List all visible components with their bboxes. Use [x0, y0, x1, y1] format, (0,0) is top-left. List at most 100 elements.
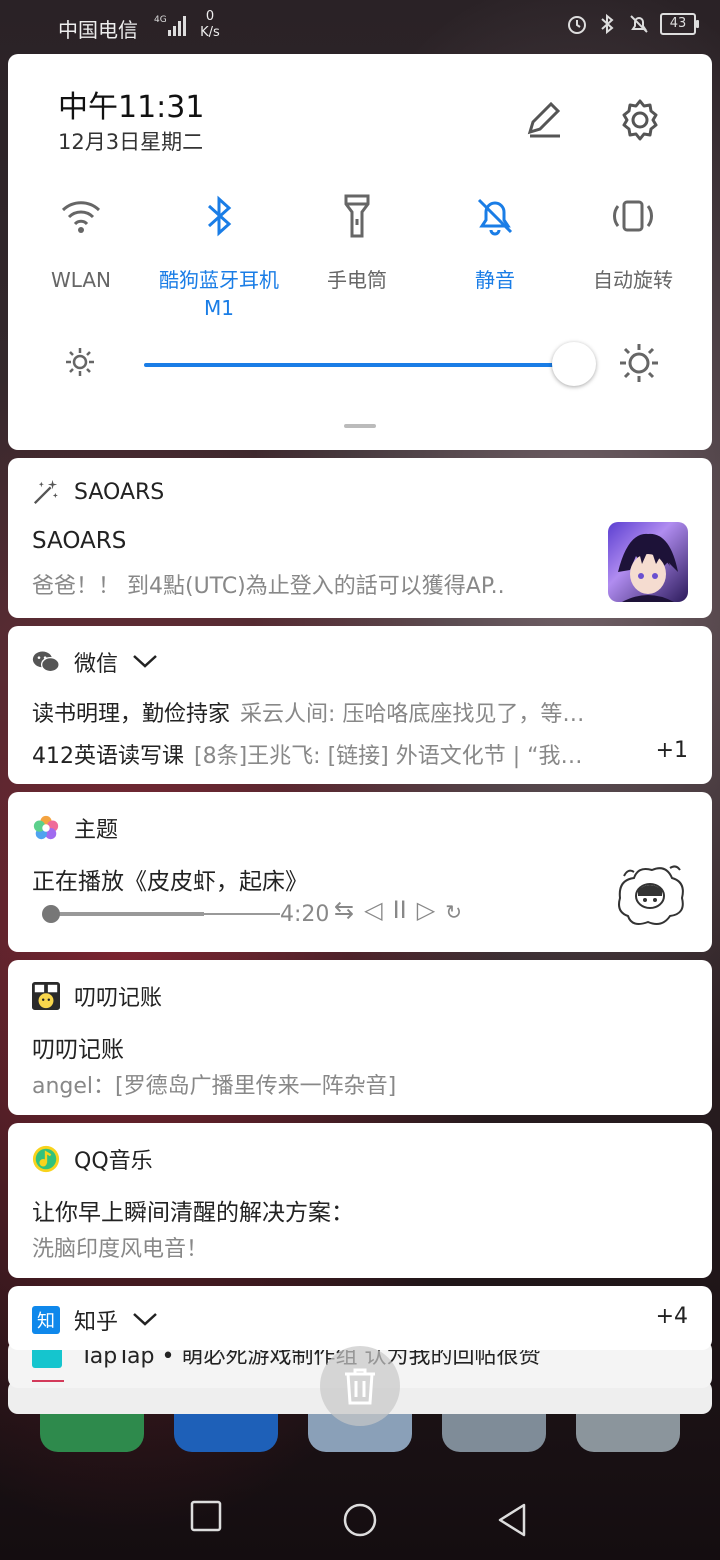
trash-icon	[345, 1368, 375, 1405]
repeat-icon[interactable]: ↻	[445, 896, 462, 924]
notification-wechat[interactable]: 微信 读书明理，勤俭持家 采云人间: 压哈咯底座找见了，等… 412英语读写课 [8…	[8, 626, 712, 784]
tile-label: 手电筒	[327, 268, 387, 292]
tile-bluetooth[interactable]: 酷狗蓝牙耳机 M1	[150, 190, 288, 322]
alarm-icon	[568, 16, 586, 34]
notification-header: 微信	[32, 646, 158, 678]
auto-rotate-icon	[564, 190, 702, 242]
now-playing-title: 正在播放《皮皮虾，起床》	[32, 869, 308, 895]
app-name: SAOARS	[74, 479, 165, 505]
conversation-title: 读书明理，勤俭持家	[32, 702, 231, 727]
back-button[interactable]	[496, 1502, 528, 1542]
bluetooth-icon	[150, 190, 288, 242]
zhihu-icon: 知	[32, 1306, 60, 1334]
speed-value: 0	[205, 9, 215, 24]
navigation-bar	[0, 1470, 720, 1560]
game-character-avatar	[608, 522, 688, 602]
tile-label: WLAN	[50, 268, 112, 292]
tile-flashlight[interactable]: 手电筒	[288, 190, 426, 322]
dock-app-camera[interactable]	[442, 1412, 546, 1452]
notification-header: 知 知乎	[32, 1304, 158, 1336]
zhihu-badge: 知	[37, 1311, 55, 1332]
tile-label: 自动旋转	[593, 268, 673, 292]
settings-gear-icon[interactable]	[618, 98, 662, 146]
dock-app-other[interactable]	[576, 1412, 680, 1452]
tile-wlan[interactable]: WLAN	[12, 190, 150, 322]
carrier-name: 中国电信	[58, 18, 138, 42]
next-icon[interactable]: ▷	[417, 896, 435, 924]
conversation-preview: [8条]王兆飞: [链接] 外语文化节 | “我…	[194, 744, 583, 769]
conversation-title: 412英语读写课	[32, 744, 184, 769]
notification-theme-player[interactable]: 主题 正在播放《皮皮虾，起床》 4:20 ⇆ ◁ II ▷ ↻	[8, 792, 712, 952]
flashlight-icon	[288, 190, 426, 242]
notification-header: 主题	[32, 812, 118, 844]
clear-all-button[interactable]	[320, 1346, 400, 1426]
brightness-low-icon	[64, 346, 96, 382]
dock-app-phone[interactable]	[40, 1412, 144, 1452]
app-name: 主题	[74, 818, 119, 843]
playback-progress[interactable]	[42, 904, 282, 924]
notification-diandian[interactable]: 叨叨记账 叨叨记账 angel：[罗德岛广播里传来一阵杂音]	[8, 960, 712, 1115]
bluetooth-status-icon	[601, 13, 614, 35]
app-name: QQ音乐	[74, 1149, 153, 1174]
notification-text: 爸爸！！ 到4點(UTC)為止登入的話可以獲得AP..	[32, 574, 505, 599]
edit-icon[interactable]	[522, 98, 566, 146]
notification-title: 让你早上瞬间清醒的解决方案：	[32, 1200, 354, 1226]
more-count: +1	[655, 738, 688, 763]
wifi-icon	[12, 190, 150, 242]
dock-app-messages[interactable]	[174, 1412, 278, 1452]
quick-tiles: WLAN 酷狗蓝牙耳机 M1 手电筒 静音 自动旋转	[8, 190, 712, 322]
playback-controls: ⇆ ◁ II ▷ ↻	[334, 896, 462, 924]
brightness-slider-track[interactable]	[144, 363, 576, 367]
notification-header: 叨叨记账	[32, 980, 162, 1012]
notification-text: angel：[罗德岛广播里传来一阵杂音]	[32, 1074, 397, 1099]
battery-indicator: 43	[660, 13, 699, 35]
notification-title: SAOARS	[32, 528, 127, 554]
magic-wand-icon	[32, 478, 60, 506]
theme-app-icon	[32, 814, 60, 842]
taptap-accent-line	[32, 1380, 64, 1382]
album-art	[610, 858, 690, 934]
notification-saoars[interactable]: SAOARS SAOARS 爸爸！！ 到4點(UTC)為止登入的話可以獲得AP.…	[8, 458, 712, 618]
playback-time: 4:20	[280, 902, 330, 927]
notification-qqmusic[interactable]: QQ音乐 让你早上瞬间清醒的解决方案： 洗脑印度风电音！	[8, 1123, 712, 1278]
brightness-row	[8, 334, 712, 394]
recent-apps-button[interactable]	[190, 1500, 222, 1536]
conversation-row[interactable]: 读书明理，勤俭持家 采云人间: 压哈咯底座找见了，等…	[32, 696, 672, 728]
conversation-preview: 采云人间: 压哈咯底座找见了，等…	[240, 702, 585, 727]
notification-text: 洗脑印度风电音！	[32, 1237, 209, 1262]
shuffle-icon[interactable]: ⇆	[334, 896, 354, 924]
notification-header: SAOARS	[32, 478, 164, 506]
chevron-down-icon[interactable]	[132, 1308, 158, 1333]
network-speed: 0 K/s	[198, 9, 222, 41]
clock-time: 中午11:31	[58, 90, 205, 125]
tile-auto-rotate[interactable]: 自动旋转	[564, 190, 702, 322]
tile-mute[interactable]: 静音	[426, 190, 564, 322]
more-count: +4	[655, 1304, 688, 1329]
mute-bell-icon	[426, 190, 564, 242]
chevron-down-icon[interactable]	[132, 650, 158, 675]
clock-date: 12月3日星期二	[58, 130, 204, 154]
wechat-icon	[32, 648, 60, 676]
home-button[interactable]	[342, 1502, 378, 1542]
qqmusic-icon	[32, 1145, 60, 1173]
status-bar: 中国电信 4G 0 K/s 43	[0, 0, 720, 54]
app-name: 微信	[74, 652, 119, 677]
status-icons: 43	[566, 13, 699, 35]
notification-title: 叨叨记账	[32, 1037, 124, 1063]
app-name: 叨叨记账	[74, 986, 163, 1011]
net-type-label: 4G	[154, 15, 167, 25]
progress-thumb[interactable]	[42, 905, 60, 923]
diandian-app-icon	[32, 982, 60, 1010]
brightness-slider-thumb[interactable]	[552, 342, 596, 386]
notification-zhihu[interactable]: 知 知乎 +4	[8, 1286, 712, 1350]
mute-status-icon	[630, 15, 648, 33]
pause-icon[interactable]: II	[393, 896, 407, 924]
app-name: 知乎	[74, 1310, 119, 1335]
previous-icon[interactable]: ◁	[364, 896, 382, 924]
brightness-high-icon	[618, 342, 660, 388]
signal-icon: 4G	[154, 12, 190, 42]
panel-drag-handle[interactable]	[344, 424, 376, 428]
tile-label: 酷狗蓝牙耳机 M1	[159, 268, 279, 320]
conversation-row[interactable]: 412英语读写课 [8条]王兆飞: [链接] 外语文化节 | “我…	[32, 738, 632, 770]
notification-header: QQ音乐	[32, 1143, 153, 1175]
